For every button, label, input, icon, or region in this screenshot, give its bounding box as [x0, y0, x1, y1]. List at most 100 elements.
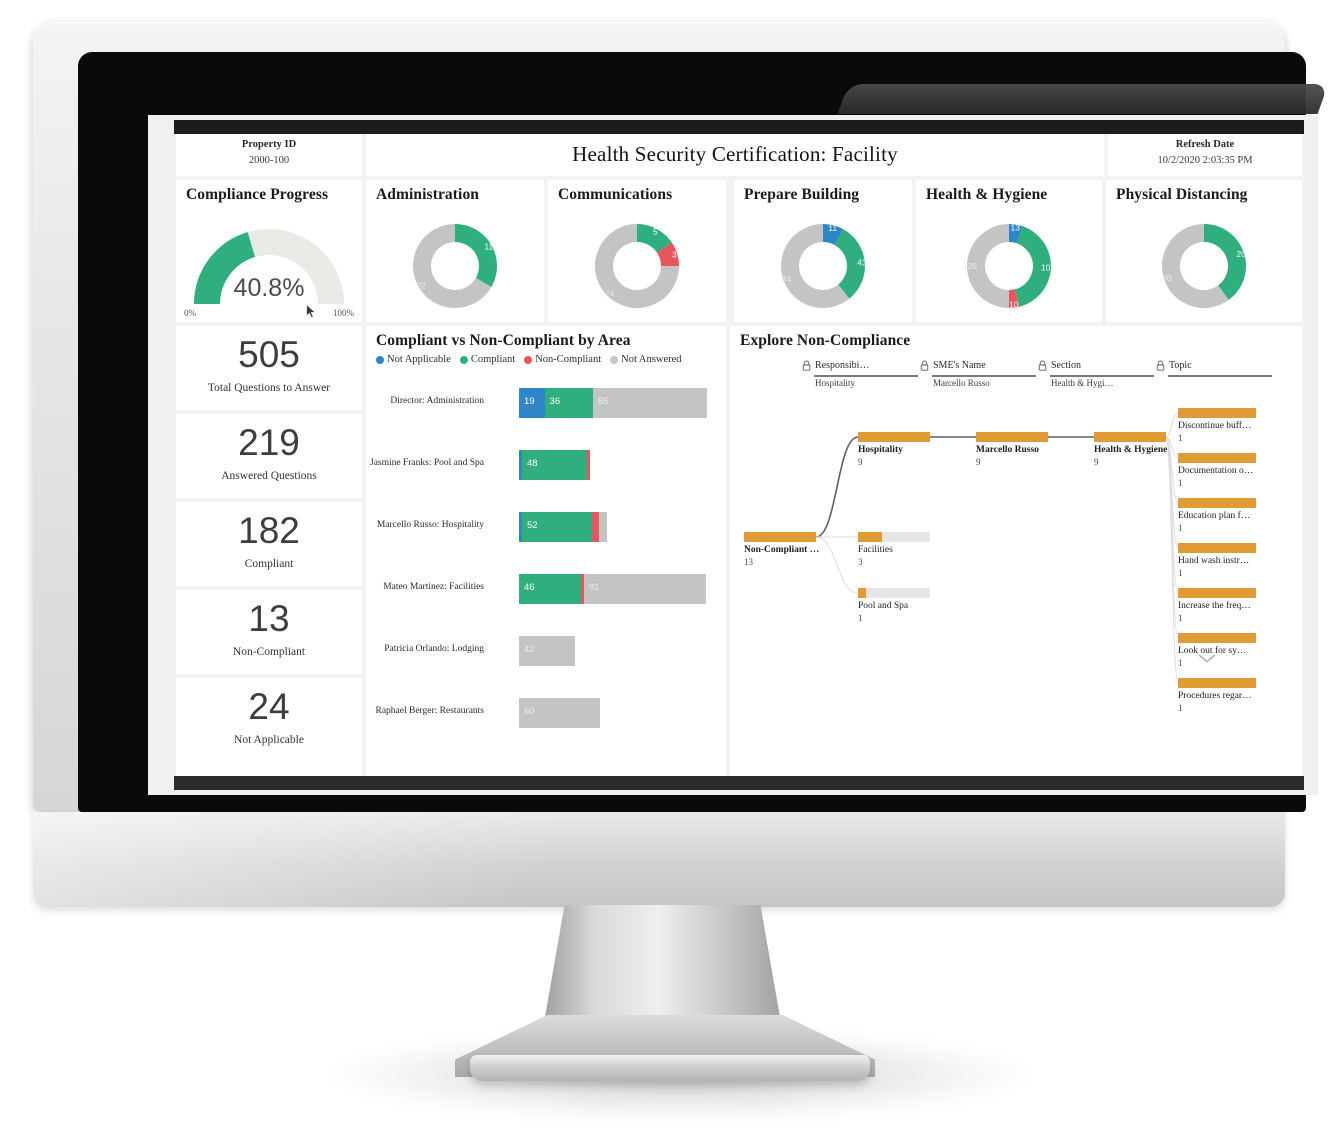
donut-chart[interactable]: 11 22	[366, 216, 544, 320]
tree-column-value: Health & Hygi…	[1051, 378, 1114, 388]
donut-slice-label: 84	[782, 274, 792, 284]
donut-card-health-hygiene: Health & Hygiene 13 103 10 126	[916, 180, 1102, 322]
compliance-progress-title: Compliance Progress	[186, 186, 329, 203]
bar-segment[interactable]: 91	[583, 574, 707, 604]
tree-column-underline	[1050, 375, 1154, 377]
gauge-svg	[194, 229, 344, 305]
donut-slice-label: 24	[605, 289, 615, 299]
legend-dot	[524, 355, 533, 364]
donut-card-prepare-building: Prepare Building 11 43 84	[734, 180, 912, 322]
bar-row[interactable]: Patricia Orlando: Lodging 42	[366, 636, 726, 666]
tree-node-value: 9	[976, 457, 981, 467]
tree-column-name: SME's Name	[933, 360, 986, 371]
donut-chart[interactable]: 11 43 84	[734, 216, 912, 320]
kpi-value: 182	[238, 510, 300, 551]
kpi-value: 24	[248, 686, 290, 727]
tree-column-name: Topic	[1169, 360, 1192, 371]
tree-node-label: Facilities	[858, 545, 893, 555]
tree-node-label: Hand wash instr…	[1178, 556, 1250, 566]
legend-label: Non-Compliant	[535, 354, 602, 365]
bar-row[interactable]: Jasmine Franks: Pool and Spa 48	[366, 450, 726, 480]
donut-slice-label: 11	[484, 242, 493, 252]
gauge-min-label: 0%	[184, 308, 196, 318]
tree-node-bar-background	[858, 588, 930, 598]
bar-row[interactable]: Marcello Russo: Hospitality 52	[366, 512, 726, 542]
donut-svg: 11 22	[413, 224, 497, 308]
tree-node-bar	[1178, 498, 1256, 508]
monitor-mockup: Property ID 2000-100 Health Security Cer…	[0, 0, 1342, 1148]
bar-row[interactable]: Mateo Martinez: Facilities 46 91	[366, 574, 726, 604]
bar-row[interactable]: Director: Administration 19 36 85	[366, 388, 726, 418]
lock-icon	[1038, 360, 1047, 371]
tree-node-value: 1	[1178, 613, 1183, 623]
donut-card-administration: Administration 11 22	[366, 180, 544, 322]
chart-legend[interactable]: Not Applicable Compliant Non-Compliant Not …	[376, 354, 691, 365]
tree-node-value: 1	[1178, 658, 1183, 668]
donut-slice-label: 30	[1162, 273, 1172, 283]
donut-slice[interactable]	[1204, 224, 1246, 300]
tree-node-value: 13	[744, 557, 753, 567]
bar-segment[interactable]: 19	[519, 388, 545, 418]
report-title-card: Health Security Certification: Facility	[366, 134, 1104, 176]
donut-chart[interactable]: 20 30	[1106, 216, 1302, 320]
legend-item[interactable]: Not Answered	[610, 354, 682, 365]
bar-segment-value: 52	[527, 520, 538, 531]
donut-slice-label: 3	[672, 250, 677, 260]
stacked-bar-chart[interactable]: Director: Administration 19 36 85 Jasmine Fr…	[366, 388, 726, 770]
bar-row-label: Jasmine Franks: Pool and Spa	[370, 458, 484, 468]
legend-label: Not Applicable	[387, 354, 451, 365]
bar-segment[interactable]: 52	[522, 512, 592, 542]
lock-icon	[1156, 360, 1165, 371]
tree-node-value: 9	[858, 457, 863, 467]
tree-column-name: Responsibi…	[815, 360, 870, 371]
lock-icon	[802, 360, 811, 371]
donut-slice[interactable]	[455, 224, 497, 287]
mouse-cursor-icon	[306, 304, 317, 319]
legend-item[interactable]: Non-Compliant	[524, 354, 601, 365]
monitor-bezel: Property ID 2000-100 Health Security Cer…	[33, 22, 1329, 812]
property-id-value: 2000-100	[248, 155, 290, 166]
donut-chart[interactable]: 5 3 24	[548, 216, 726, 320]
donut-title: Health & Hygiene	[926, 186, 1048, 203]
donut-chart[interactable]: 13 103 10 126	[916, 216, 1102, 320]
bar-segment[interactable]: 42	[519, 636, 576, 666]
kpi-value: 505	[238, 334, 300, 375]
chevron-down-icon[interactable]	[1196, 652, 1218, 664]
legend-item[interactable]: Compliant	[459, 354, 515, 365]
compliance-gauge[interactable]: 40.8% 0% 100%	[176, 208, 362, 322]
donut-slice-label: 43	[857, 257, 867, 267]
tree-node-label: Procedures regar…	[1178, 691, 1252, 701]
kpi-card-not-applicable: 24 Not Applicable	[176, 678, 362, 776]
bar-segment[interactable]: 85	[592, 388, 708, 418]
bar-segment[interactable]	[598, 512, 607, 542]
tree-node-label: Documentation o…	[1178, 466, 1254, 476]
tree-node-label: Hospitality	[858, 445, 903, 455]
tree-node-bar	[1178, 543, 1256, 553]
donut-svg: 11 43 84	[781, 223, 867, 308]
tree-node-bar	[1178, 408, 1256, 418]
tree-column-value: Hospitality	[815, 378, 855, 388]
donut-title: Physical Distancing	[1116, 186, 1248, 203]
bar-segment-value: 19	[524, 396, 535, 407]
bar-row[interactable]: Raphael Berger: Restaurants 60	[366, 698, 726, 728]
bar-segment[interactable]: 60	[519, 698, 600, 728]
bar-segment[interactable]: 46	[519, 574, 581, 604]
tree-node-label: Non-Compliant …	[744, 545, 820, 555]
compliance-by-area-card: Compliant vs Non-Compliant by Area Not A…	[366, 326, 726, 776]
donut-title: Prepare Building	[744, 186, 860, 203]
kpi-label: Not Applicable	[234, 734, 304, 746]
donut-svg: 5 3 24	[595, 224, 679, 308]
tree-node-bar	[744, 532, 816, 542]
decomposition-tree-header[interactable]: Responsibi… Hospitality SME's Name Marcello…	[802, 358, 1302, 398]
refresh-date-card: Refresh Date 10/2/2020 2:03:35 PM	[1108, 134, 1302, 176]
donut-title: Communications	[558, 186, 673, 203]
donut-svg: 2030	[1162, 224, 1246, 308]
bar-segment[interactable]: 48	[522, 450, 587, 480]
explore-non-compliance-title: Explore Non-Compliance	[740, 332, 911, 349]
legend-item[interactable]: Not Applicable	[376, 354, 451, 365]
tree-node-value: 1	[1178, 433, 1183, 443]
bar-segment[interactable]: 36	[544, 388, 593, 418]
bar-segment[interactable]	[591, 512, 599, 542]
decomposition-tree[interactable]: Non-Compliant … 13 Hospitality 9 Facilities 3…	[730, 404, 1302, 764]
bar-segment[interactable]	[586, 450, 590, 480]
